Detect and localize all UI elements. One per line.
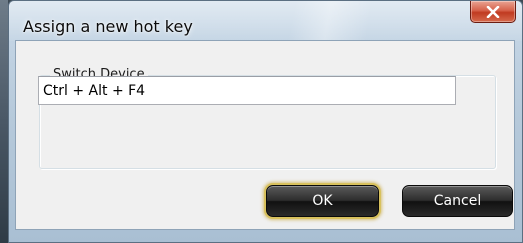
close-icon [486,5,500,18]
cancel-button[interactable]: Cancel [402,185,513,217]
ok-button[interactable]: OK [266,185,379,217]
window-title: Assign a new hot key [23,17,193,36]
dialog-client-area: Switch Device OK Cancel [15,40,515,230]
cancel-button-label: Cancel [433,193,482,209]
dialog-window: Assign a new hot key Switch Device OK Ca… [8,0,523,243]
hotkey-input[interactable] [38,76,456,105]
ok-button-label: OK [312,193,333,209]
desktop-background [0,0,8,243]
close-button[interactable] [470,1,516,23]
